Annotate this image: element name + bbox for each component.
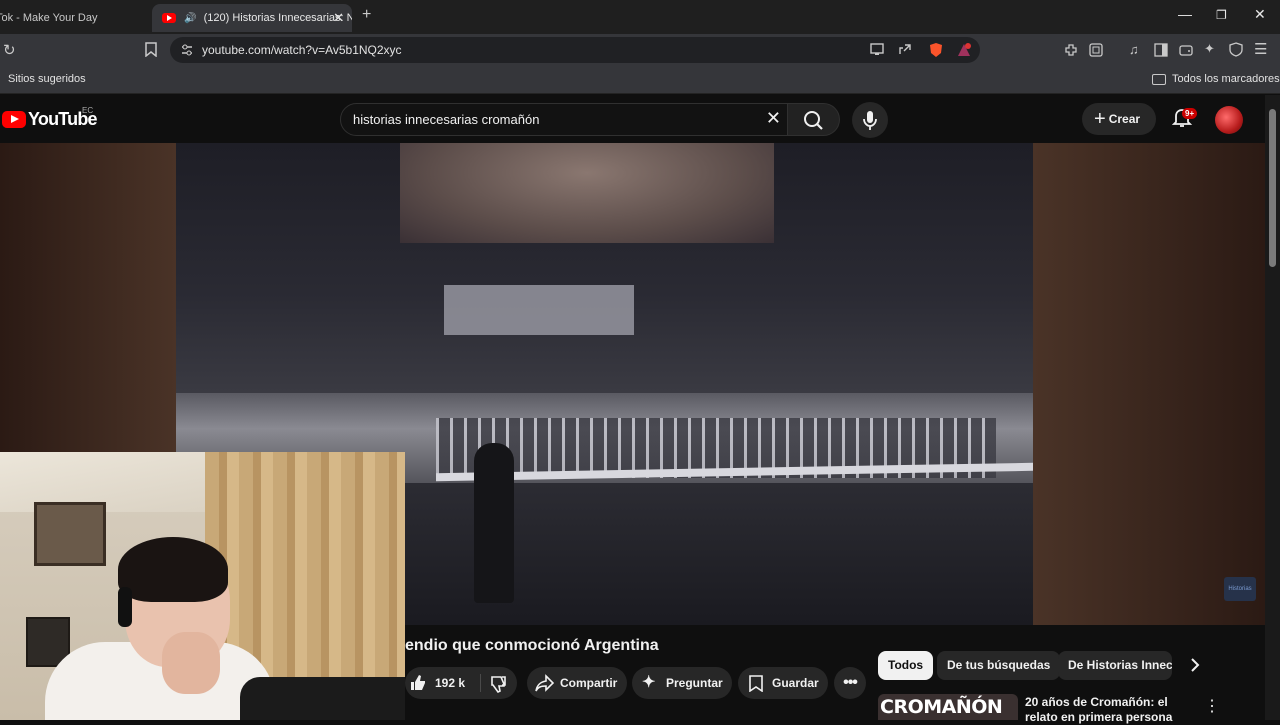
search-input[interactable]: historias innecesarias cromañón ✕	[340, 103, 788, 136]
ambient-glow-right	[1033, 143, 1265, 625]
bookmark-bar: Sitios sugeridos Todos los marcadores	[0, 66, 1280, 94]
close-tab-icon[interactable]: ✕	[333, 4, 344, 32]
chip-all[interactable]: Todos	[878, 651, 934, 680]
new-tab-button[interactable]: +	[362, 6, 371, 24]
folder-icon	[1152, 74, 1166, 85]
bookmark-icon[interactable]	[145, 42, 157, 59]
minimize-icon[interactable]: —	[1178, 6, 1192, 22]
cast-icon[interactable]	[870, 43, 884, 58]
plus-icon: +	[1094, 108, 1106, 130]
webcam-overlay	[0, 452, 405, 720]
more-vertical-icon[interactable]: ⋮	[1204, 696, 1220, 716]
sidebar-toggle-icon[interactable]	[1154, 43, 1168, 59]
thumbs-down-icon	[491, 676, 506, 693]
leo-ai-icon[interactable]: ✦	[1204, 42, 1215, 55]
share-button[interactable]: Compartir	[527, 667, 627, 699]
url-text: youtube.com/watch?v=Av5b1NQ2xyc	[202, 43, 402, 57]
like-button[interactable]: 192 k	[405, 667, 480, 699]
page-scrollbar[interactable]	[1265, 95, 1280, 720]
search-button[interactable]	[788, 103, 840, 136]
ask-label: Preguntar	[666, 676, 723, 690]
browser-tab-bar: Tok - Make Your Day 🔊 (120) Historias In…	[0, 0, 1280, 34]
chip-from-channel[interactable]: De Historias Innece	[1058, 651, 1172, 680]
share-page-icon[interactable]	[898, 43, 912, 58]
sparkle-icon: ✦	[642, 674, 656, 691]
recommendation-thumbnail[interactable]: CROMAÑÓN	[878, 694, 1018, 720]
avatar[interactable]	[1215, 106, 1243, 134]
like-count: 192 k	[435, 676, 466, 690]
thumbnail-text: CROMAÑÓN	[880, 696, 1003, 718]
video-scene-sheet	[444, 285, 634, 335]
youtube-favicon-icon	[162, 13, 176, 24]
create-button[interactable]: + Crear	[1082, 103, 1156, 135]
recommendation-title[interactable]: 20 años de Cromañón: el relato en primer…	[1025, 695, 1195, 725]
thumbs-up-icon	[411, 675, 425, 690]
webcam-person-hand	[162, 632, 220, 694]
video-scene-banner	[400, 143, 774, 243]
webcam-chair	[240, 677, 405, 720]
chip-from-searches[interactable]: De tus búsquedas	[937, 651, 1061, 680]
bookmark-all-bookmarks[interactable]: Todos los marcadores	[1172, 73, 1280, 85]
country-code: EC	[82, 106, 94, 115]
webcam-wall-frame	[34, 502, 106, 566]
video-scene-person	[474, 443, 514, 603]
extensions-icon[interactable]	[1064, 43, 1078, 59]
voice-search-button[interactable]	[852, 102, 888, 138]
save-label: Guardar	[772, 676, 819, 690]
share-label: Compartir	[560, 676, 618, 690]
microphone-icon	[863, 111, 877, 130]
youtube-header: YouTube EC historias innecesarias cromañ…	[0, 95, 1280, 143]
tab-label: (120) Historias Innecesarias: N	[203, 12, 352, 24]
dislike-button[interactable]	[481, 667, 517, 699]
save-bookmark-icon	[749, 675, 763, 692]
site-settings-icon[interactable]	[180, 43, 194, 59]
headphone-icon	[118, 587, 132, 627]
scrollbar-thumb[interactable]	[1269, 109, 1276, 267]
brave-rewards-icon[interactable]	[956, 42, 972, 60]
notification-badge: 9+	[1182, 108, 1198, 119]
ask-button[interactable]: ✦ Preguntar	[632, 667, 732, 699]
search-query-text: historias innecesarias cromañón	[353, 112, 540, 127]
url-bar[interactable]: youtube.com/watch?v=Av5b1NQ2xyc	[170, 37, 980, 63]
speaker-icon[interactable]: 🔊	[184, 13, 196, 24]
wallet-icon[interactable]	[1179, 43, 1193, 59]
share-arrow-icon	[535, 674, 555, 692]
close-window-icon[interactable]: ✕	[1254, 6, 1266, 23]
reload-icon[interactable]: ↻	[3, 43, 16, 58]
more-horizontal-icon: •••	[843, 674, 858, 691]
webcam-person-hair	[118, 537, 228, 602]
restore-icon[interactable]: ❐	[1216, 8, 1227, 22]
screenshot-icon[interactable]	[1089, 43, 1103, 59]
create-label: Crear	[1108, 112, 1141, 126]
vpn-shield-icon[interactable]	[1229, 42, 1243, 59]
youtube-logo-icon[interactable]	[2, 111, 26, 128]
like-dislike-group: 192 k	[405, 667, 517, 699]
channel-watermark[interactable]: Historias	[1224, 577, 1256, 601]
brave-shields-icon[interactable]	[928, 42, 944, 60]
video-title: endio que conmocionó Argentina	[405, 637, 659, 654]
media-control-icon[interactable]: ♫	[1129, 43, 1139, 56]
tab-youtube[interactable]: 🔊 (120) Historias Innecesarias: N ✕	[152, 4, 352, 32]
clear-search-icon[interactable]: ✕	[766, 108, 781, 129]
search-icon	[804, 111, 823, 130]
menu-icon[interactable]: ☰	[1254, 42, 1267, 57]
save-button[interactable]: Guardar	[738, 667, 828, 699]
tab-tiktok[interactable]: Tok - Make Your Day	[0, 4, 140, 32]
bookmark-suggested-sites[interactable]: Sitios sugeridos	[8, 73, 86, 85]
chevron-right-icon[interactable]	[1184, 654, 1206, 676]
address-toolbar: ↻ youtube.com/watch?v=Av5b1NQ2xyc ♫ ✦ ☰	[0, 34, 1280, 66]
more-actions-button[interactable]: •••	[834, 667, 866, 699]
tab-label: Tok - Make Your Day	[0, 12, 98, 24]
